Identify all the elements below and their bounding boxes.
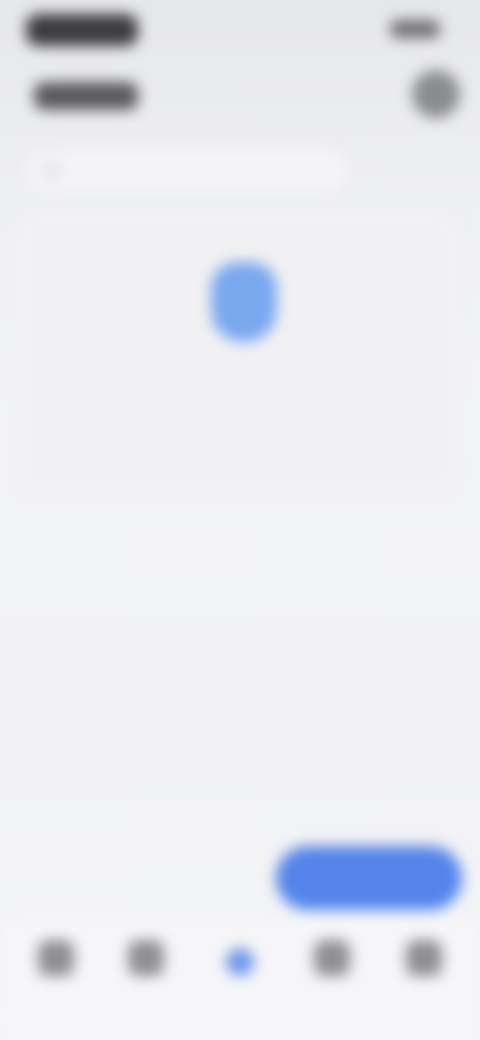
search-bar[interactable] [28, 150, 346, 194]
tab-shield[interactable] [200, 940, 280, 1010]
blurred-screen [0, 0, 480, 1040]
box-icon [314, 940, 350, 976]
empty-state-card [14, 212, 460, 494]
header [0, 60, 480, 130]
tab-home[interactable] [16, 940, 96, 1010]
avatar-button[interactable] [412, 70, 460, 118]
bottom-tab-bar [0, 920, 480, 1040]
primary-action-button[interactable] [276, 846, 462, 910]
tab-box[interactable] [292, 940, 372, 1010]
search-input[interactable] [72, 150, 336, 194]
shield-icon [211, 262, 277, 342]
status-time [26, 14, 138, 46]
page-title [34, 82, 138, 110]
tab-person[interactable] [384, 940, 464, 1010]
status-indicators [390, 20, 440, 38]
person-icon [406, 940, 442, 976]
grid-icon [128, 940, 164, 976]
search-icon [44, 162, 60, 178]
shield-icon [226, 948, 254, 976]
tab-grid[interactable] [106, 940, 186, 1010]
home-icon [38, 940, 74, 976]
status-bar [0, 0, 480, 60]
